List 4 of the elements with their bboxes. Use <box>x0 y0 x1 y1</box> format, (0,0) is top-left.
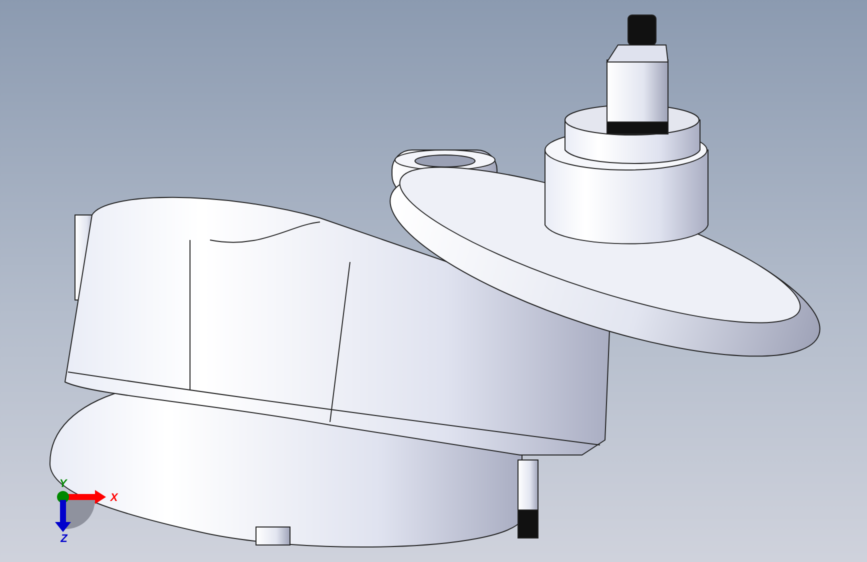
triad-shadow <box>66 500 95 529</box>
axis-label: X <box>110 492 118 504</box>
axis-label: Z <box>60 533 68 545</box>
bottom-pin-drawing <box>256 526 290 546</box>
